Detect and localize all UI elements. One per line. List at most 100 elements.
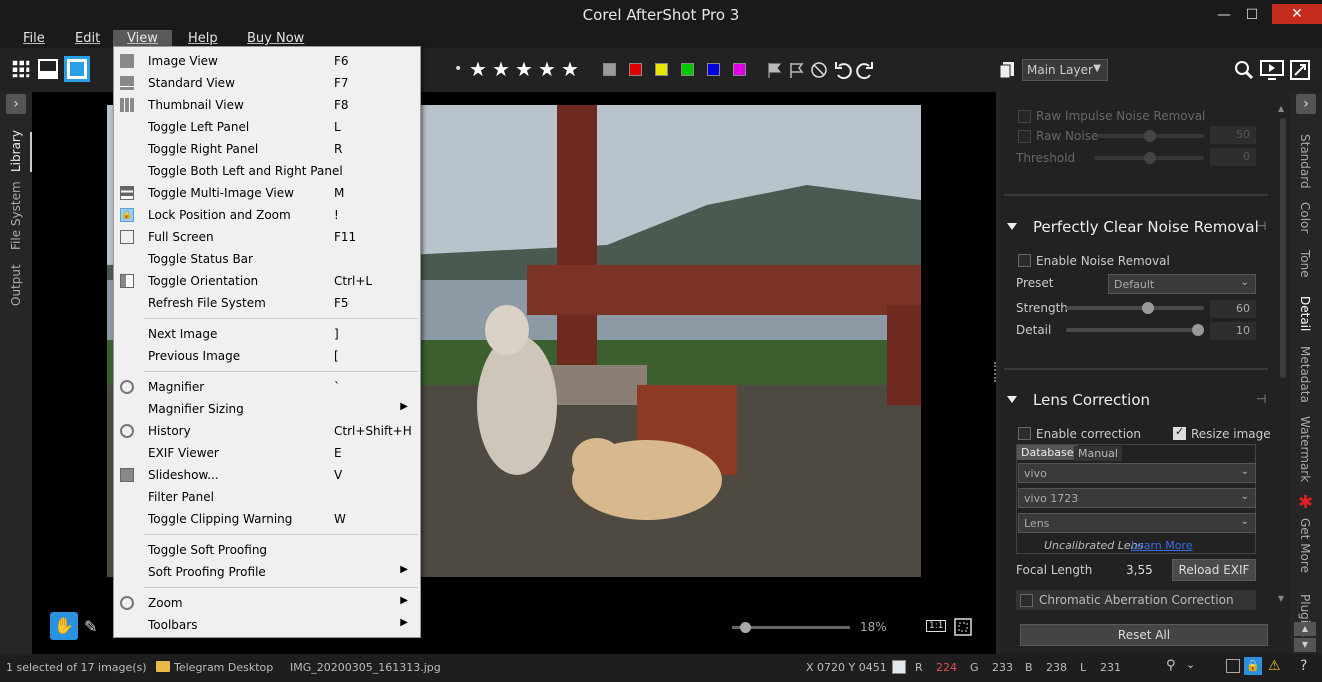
scroll-tabs-up-icon[interactable]: ▲ bbox=[1294, 622, 1316, 636]
menu-item-soft-proofing-profile[interactable]: Soft Proofing Profile ▶ bbox=[114, 561, 420, 583]
reset-all-button[interactable]: Reset All bbox=[1020, 624, 1268, 646]
tab-detail[interactable]: Detail bbox=[1298, 296, 1312, 331]
menu-item-filter-panel[interactable]: Filter Panel bbox=[114, 486, 420, 508]
fit-to-window-icon[interactable] bbox=[954, 618, 972, 636]
detail-slider[interactable] bbox=[1066, 324, 1204, 336]
star-1-icon[interactable]: ★ bbox=[469, 59, 487, 79]
menu-item-magnifier-sizing[interactable]: Magnifier Sizing ▶ bbox=[114, 398, 420, 420]
menu-file[interactable]: File bbox=[23, 31, 45, 46]
scroll-up-icon[interactable]: ▲ bbox=[1278, 104, 1284, 113]
menu-item-magnifier[interactable]: Magnifier ` bbox=[114, 376, 420, 398]
zoom-slider-knob[interactable] bbox=[740, 622, 751, 633]
menu-item-full-screen[interactable]: Full Screen F11 bbox=[114, 226, 420, 248]
menu-item-toggle-right-panel[interactable]: Toggle Right Panel R bbox=[114, 138, 420, 160]
raw-noise-checkbox[interactable] bbox=[1018, 130, 1031, 143]
search-icon[interactable] bbox=[1233, 59, 1255, 81]
tab-get-more[interactable]: Get More bbox=[1298, 518, 1312, 573]
enable-noise-removal-checkbox[interactable] bbox=[1018, 254, 1031, 267]
thumbnail-grid-icon[interactable] bbox=[12, 60, 30, 78]
pin-icon[interactable]: ⊣ bbox=[1256, 392, 1266, 406]
menu-item-toggle-soft-proofing[interactable]: Toggle Soft Proofing bbox=[114, 539, 420, 561]
maximize-button[interactable]: ☐ bbox=[1232, 0, 1272, 30]
tab-standard[interactable]: Standard bbox=[1298, 134, 1312, 189]
color-label-red[interactable] bbox=[629, 63, 642, 76]
threshold-slider[interactable] bbox=[1094, 152, 1204, 164]
enable-correction-checkbox[interactable] bbox=[1018, 427, 1031, 440]
menu-item-thumbnail-view[interactable]: Thumbnail View F8 bbox=[114, 94, 420, 116]
flag-outline-icon[interactable] bbox=[788, 61, 806, 79]
menu-item-refresh-file-system[interactable]: Refresh File System F5 bbox=[114, 292, 420, 314]
perfectly-clear-title[interactable]: Perfectly Clear Noise Removal bbox=[1033, 218, 1259, 236]
learn-more-link[interactable]: Learn More bbox=[1131, 539, 1193, 552]
menu-help[interactable]: Help bbox=[188, 31, 218, 46]
menu-item-standard-view[interactable]: Standard View F7 bbox=[114, 72, 420, 94]
tab-color[interactable]: Color bbox=[1298, 202, 1312, 233]
scroll-tabs-down-icon[interactable]: ▼ bbox=[1294, 638, 1316, 652]
camera-make-dropdown[interactable]: vivo ⌄ bbox=[1018, 463, 1256, 483]
resize-image-checkbox[interactable]: ✓ bbox=[1173, 425, 1186, 440]
detail-value[interactable]: 10 bbox=[1210, 322, 1256, 340]
fullscreen-icon[interactable] bbox=[1290, 60, 1310, 80]
collapse-triangle-icon[interactable] bbox=[1007, 396, 1017, 403]
eyedropper-icon[interactable]: ✎ bbox=[84, 617, 97, 636]
color-label-yellow[interactable] bbox=[655, 63, 668, 76]
menu-item-slideshow[interactable]: Slideshow... V bbox=[114, 464, 420, 486]
expand-left-panel-button[interactable]: › bbox=[6, 94, 26, 114]
reload-exif-button[interactable]: Reload EXIF bbox=[1172, 559, 1256, 581]
lens-dropdown[interactable]: Lens ⌄ bbox=[1018, 513, 1256, 533]
folder-name[interactable]: Telegram Desktop bbox=[174, 661, 273, 674]
menu-item-zoom[interactable]: Zoom ▶ bbox=[114, 592, 420, 614]
lens-correction-title[interactable]: Lens Correction bbox=[1033, 391, 1150, 409]
panel-splitter[interactable] bbox=[994, 362, 996, 382]
color-label-gray[interactable] bbox=[603, 63, 616, 76]
menu-item-toggle-left-panel[interactable]: Toggle Left Panel L bbox=[114, 116, 420, 138]
tab-manual[interactable]: Manual bbox=[1074, 446, 1122, 461]
image-view-icon[interactable] bbox=[64, 56, 90, 82]
tab-output[interactable]: Output bbox=[9, 264, 23, 306]
help-icon[interactable]: ? bbox=[1300, 658, 1307, 674]
pan-tool-button[interactable]: ✋ bbox=[50, 612, 78, 640]
menu-item-toggle-both-panels[interactable]: Toggle Both Left and Right Panel bbox=[114, 160, 420, 182]
menu-item-history[interactable]: History Ctrl+Shift+H bbox=[114, 420, 420, 442]
color-label-blue[interactable] bbox=[707, 63, 720, 76]
collapse-triangle-icon[interactable] bbox=[1007, 223, 1017, 230]
filter-icon[interactable]: ⚲ bbox=[1166, 658, 1176, 673]
compare-view-icon[interactable] bbox=[1226, 659, 1240, 673]
slideshow-icon[interactable] bbox=[1260, 60, 1284, 80]
menu-item-next-image[interactable]: Next Image] bbox=[114, 323, 420, 345]
warning-icon[interactable]: ⚠ bbox=[1268, 658, 1281, 674]
star-3-icon[interactable]: ★ bbox=[515, 59, 533, 79]
star-5-icon[interactable]: ★ bbox=[561, 59, 579, 79]
menu-buy-now[interactable]: Buy Now bbox=[247, 31, 304, 46]
scroll-down-icon[interactable]: ▼ bbox=[1278, 594, 1284, 603]
flag-icon[interactable] bbox=[766, 61, 784, 79]
zoom-slider[interactable] bbox=[732, 622, 850, 633]
menu-item-previous-image[interactable]: Previous Image[ bbox=[114, 345, 420, 367]
star-2-icon[interactable]: ★ bbox=[492, 59, 510, 79]
reject-flag-icon[interactable] bbox=[810, 61, 828, 79]
tab-metadata[interactable]: Metadata bbox=[1298, 346, 1312, 403]
zoom-1-to-1-button[interactable]: 1:1 bbox=[926, 620, 947, 632]
raw-noise-slider[interactable] bbox=[1094, 130, 1204, 142]
chevron-down-icon[interactable]: ⌄ bbox=[1186, 658, 1195, 671]
menu-item-lock-position[interactable]: 🔒 Lock Position and Zoom! bbox=[114, 204, 420, 226]
color-label-green[interactable] bbox=[681, 63, 694, 76]
menu-item-exif-viewer[interactable]: EXIF Viewer E bbox=[114, 442, 420, 464]
threshold-value[interactable]: 0 bbox=[1210, 148, 1256, 166]
preset-dropdown[interactable]: Default ⌄ bbox=[1108, 274, 1256, 294]
menu-edit[interactable]: Edit bbox=[75, 31, 100, 46]
tab-library[interactable]: Library bbox=[9, 130, 23, 172]
no-rating-dot[interactable]: • bbox=[454, 59, 462, 79]
chromatic-aberration-checkbox[interactable] bbox=[1020, 594, 1033, 607]
close-button[interactable]: ✕ bbox=[1272, 4, 1322, 24]
lock-icon[interactable]: 🔒 bbox=[1244, 657, 1262, 675]
tab-file-system[interactable]: File System bbox=[9, 181, 23, 250]
pin-icon[interactable]: ⊣ bbox=[1256, 219, 1266, 233]
raw-impulse-checkbox[interactable] bbox=[1018, 110, 1031, 123]
menu-item-toggle-multi-image[interactable]: Toggle Multi-Image View M bbox=[114, 182, 420, 204]
menu-item-toggle-clipping-warning[interactable]: Toggle Clipping Warning W bbox=[114, 508, 420, 530]
rotate-left-icon[interactable] bbox=[834, 60, 852, 80]
menu-item-image-view[interactable]: Image View F6 bbox=[114, 50, 420, 72]
layer-select[interactable]: Main Layer ▼ bbox=[1022, 59, 1108, 81]
standard-view-icon[interactable] bbox=[38, 59, 58, 79]
